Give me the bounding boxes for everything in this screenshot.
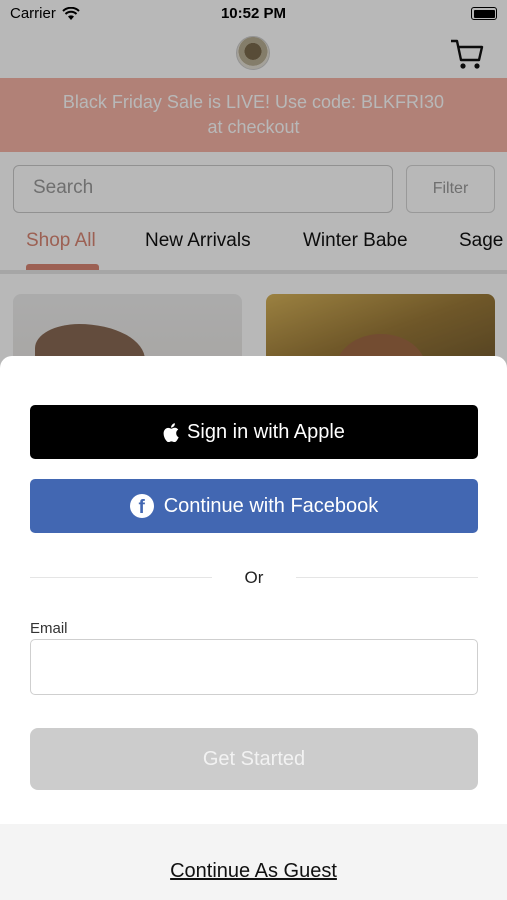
sign-in-with-apple-button[interactable]: Sign in with Apple xyxy=(30,405,478,459)
facebook-logo-icon: f xyxy=(129,494,154,518)
divider-line xyxy=(296,577,478,578)
or-divider: Or xyxy=(30,566,478,590)
continue-as-guest-link[interactable]: Continue As Guest xyxy=(170,860,337,882)
get-started-button[interactable]: Get Started xyxy=(30,728,478,790)
apple-logo-icon xyxy=(163,422,179,442)
guest-footer: Continue As Guest xyxy=(0,824,507,900)
email-label: Email xyxy=(30,620,68,637)
guest-link-row: Continue As Guest xyxy=(0,860,507,883)
divider-text: Or xyxy=(244,568,264,587)
email-field[interactable] xyxy=(30,639,478,695)
facebook-button-label: Continue with Facebook xyxy=(163,494,379,517)
apple-button-label: Sign in with Apple xyxy=(187,420,345,443)
continue-with-facebook-button[interactable]: f Continue with Facebook xyxy=(30,479,478,533)
login-sheet: Sign in with Apple f Continue with Faceb… xyxy=(0,356,507,900)
